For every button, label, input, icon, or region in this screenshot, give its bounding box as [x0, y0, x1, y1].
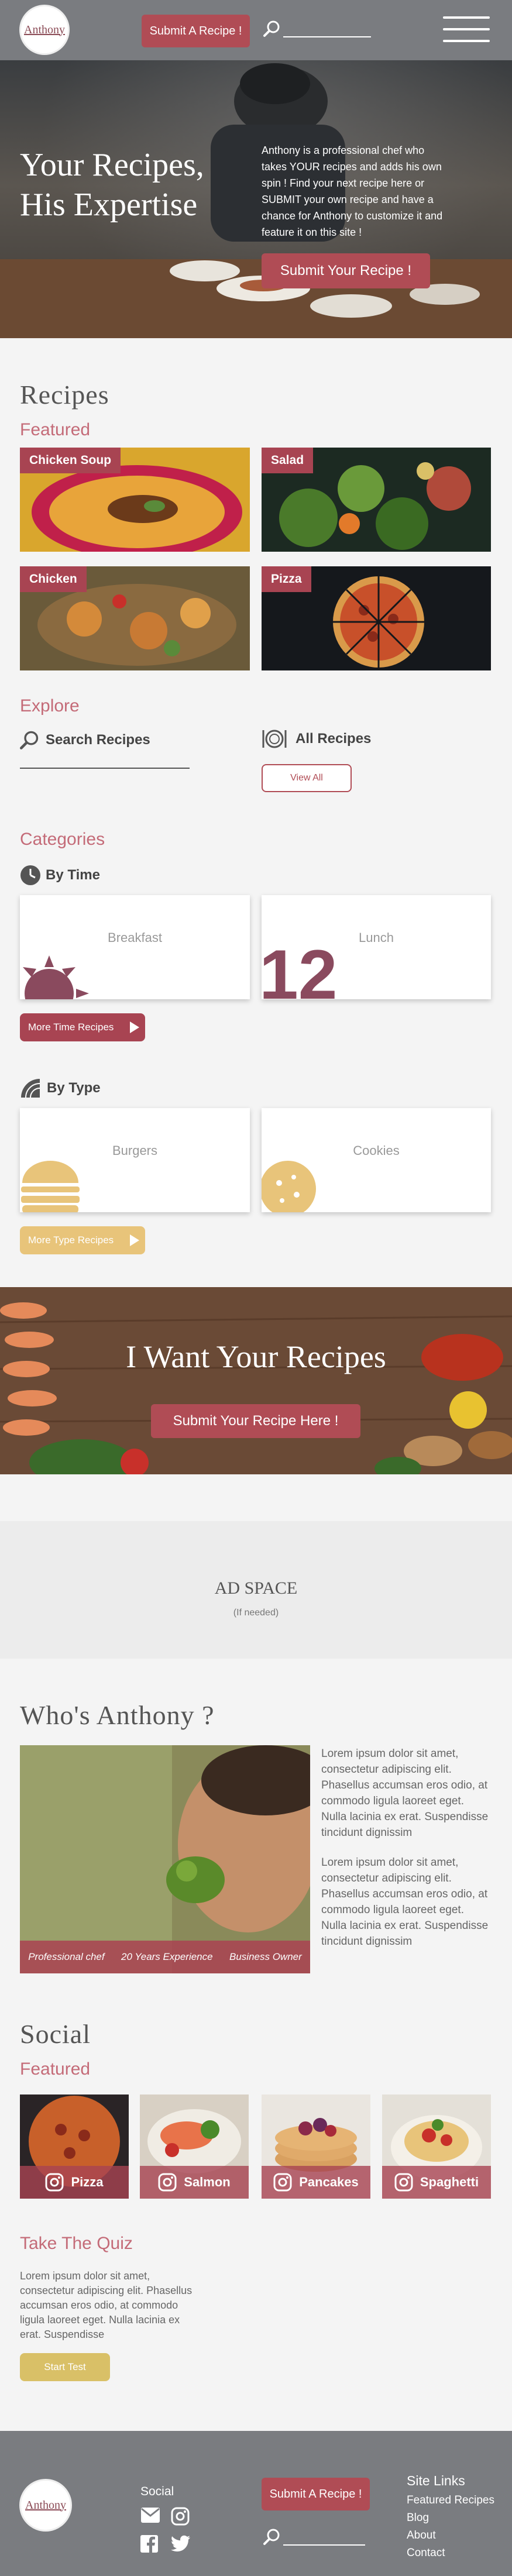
hero-title-line2: His Expertise	[20, 187, 198, 223]
recipe-card-label: Chicken Soup	[20, 448, 121, 473]
banner-title: I Want Your Recipes	[126, 1339, 386, 1374]
social-card-label: Pizza	[71, 2175, 104, 2189]
footer-link-blog[interactable]: Blog	[407, 2512, 429, 2525]
logo[interactable]: Anthony	[19, 5, 70, 55]
burger-icon	[21, 1161, 80, 1212]
hero-submit-button[interactable]: Submit Your Recipe !	[262, 253, 430, 288]
recipe-card-pizza[interactable]: Pizza	[262, 566, 491, 670]
who-paragraph-2: Lorem ipsum dolor sit amet, consectetur …	[321, 1856, 489, 1948]
search-recipes-label: Search Recipes	[46, 732, 150, 748]
footer-social-label: Social	[140, 2485, 174, 2498]
who-tags: Professional chef 20 Years Experience Bu…	[20, 1941, 310, 1973]
search-icon	[20, 731, 39, 749]
all-recipes-label: All Recipes	[295, 731, 372, 747]
search-icon[interactable]	[263, 2528, 281, 2546]
food-icon	[21, 1079, 40, 1098]
hero-title: Your Recipes, His Expertise	[20, 145, 204, 225]
facebook-icon[interactable]	[140, 2535, 158, 2553]
logo-text: Anthony	[24, 23, 65, 36]
social-card-label: Salmon	[184, 2175, 231, 2189]
footer-link-featured-recipes[interactable]: Featured Recipes	[407, 2494, 494, 2507]
arrow-right-icon	[130, 1234, 139, 1246]
recipes-featured-heading: Featured	[20, 420, 91, 439]
menu-icon[interactable]	[443, 16, 490, 43]
logo-text: Anthony	[25, 2498, 66, 2512]
hero-text: Anthony is a professional chef who takes…	[262, 145, 443, 238]
twitter-icon[interactable]	[171, 2535, 191, 2553]
tag: Business Owner	[229, 1951, 302, 1962]
site-footer: Anthony Social Submit A Recipe ! Site Li…	[0, 2431, 512, 2576]
recipe-card-label: Salad	[262, 448, 314, 473]
ad-space: AD SPACE (If needed)	[0, 1521, 512, 1659]
category-card-cookies[interactable]: Cookies	[262, 1108, 491, 1212]
who-heading: Who's Anthony ?	[20, 1700, 215, 1730]
social-card-spaghetti[interactable]: Spaghetti	[382, 2094, 491, 2199]
all-recipes: All Recipes	[262, 728, 371, 750]
footer-search-input[interactable]	[283, 2544, 365, 2546]
footer-link-contact[interactable]: Contact	[407, 2547, 445, 2560]
search-icon[interactable]	[263, 20, 281, 37]
sun-icon	[23, 955, 89, 999]
footer-logo[interactable]: Anthony	[19, 2479, 72, 2532]
footer-submit-button[interactable]: Submit A Recipe !	[262, 2478, 370, 2510]
social-card-pizza[interactable]: Pizza	[20, 2094, 129, 2199]
instagram-icon	[394, 2173, 413, 2192]
cookie-icon	[262, 1161, 316, 1212]
social-card-label: Spaghetti	[420, 2175, 479, 2189]
recipe-card-chicken[interactable]: Chicken	[20, 566, 250, 670]
page: Anthony Submit A Recipe ! Your Recipes, …	[0, 0, 512, 2576]
hero: Your Recipes, His Expertise Anthony is a…	[0, 60, 512, 338]
start-test-button[interactable]: Start Test	[20, 2353, 110, 2381]
category-card-burgers[interactable]: Burgers	[20, 1108, 250, 1212]
search-recipes[interactable]: Search Recipes	[20, 730, 150, 750]
category-card-lunch[interactable]: Lunch 12	[262, 895, 491, 999]
instagram-icon[interactable]	[171, 2507, 190, 2526]
social-featured-heading: Featured	[20, 2059, 91, 2079]
banner-submit-button[interactable]: Submit Your Recipe Here !	[151, 1404, 360, 1438]
search-recipes-input[interactable]	[20, 768, 190, 769]
by-type-label: By Type	[20, 1078, 101, 1099]
recipe-card-salad[interactable]: Salad	[262, 448, 491, 552]
banner-photo	[0, 1287, 512, 1474]
who-paragraph-1: Lorem ipsum dolor sit amet, consectetur …	[321, 1748, 489, 1839]
social-card-label: Pancakes	[299, 2175, 359, 2189]
recipes-heading: Recipes	[20, 380, 109, 410]
instagram-icon	[158, 2173, 177, 2192]
recipe-card-chicken-soup[interactable]: Chicken Soup	[20, 448, 250, 552]
more-time-recipes-button[interactable]: More Time Recipes	[20, 1013, 145, 1041]
more-type-recipes-button[interactable]: More Type Recipes	[20, 1226, 145, 1254]
recipe-card-label: Pizza	[262, 566, 311, 592]
social-card-pancakes[interactable]: Pancakes	[262, 2094, 370, 2199]
lunch-numeral: 12	[262, 936, 338, 999]
ad-note: (If needed)	[233, 1608, 279, 1618]
header-search-input[interactable]	[283, 36, 371, 37]
view-all-button[interactable]: View All	[262, 764, 352, 792]
tag: Professional chef	[28, 1951, 105, 1962]
recipe-card-label: Chicken	[20, 566, 87, 592]
submit-banner: I Want Your Recipes Submit Your Recipe H…	[0, 1287, 512, 1474]
hero-title-line1: Your Recipes,	[20, 147, 204, 183]
ad-title: AD SPACE	[214, 1578, 298, 1598]
instagram-icon	[45, 2173, 64, 2192]
site-links-heading: Site Links	[407, 2473, 465, 2488]
clock-icon	[20, 865, 40, 885]
mail-icon[interactable]	[140, 2507, 160, 2523]
footer-link-about[interactable]: About	[407, 2529, 436, 2542]
quiz-text: Lorem ipsum dolor sit amet, consectetur …	[20, 2270, 193, 2340]
social-card-salmon[interactable]: Salmon	[140, 2094, 249, 2199]
instagram-icon	[273, 2173, 292, 2192]
tag: 20 Years Experience	[121, 1951, 213, 1962]
category-card-breakfast[interactable]: Breakfast	[20, 895, 250, 999]
explore-heading: Explore	[20, 696, 80, 716]
plate-icon	[262, 730, 287, 748]
social-heading: Social	[20, 2019, 91, 2049]
submit-recipe-button[interactable]: Submit A Recipe !	[142, 15, 250, 47]
site-header: Anthony Submit A Recipe !	[0, 0, 512, 60]
categories-heading: Categories	[20, 830, 105, 849]
by-time-label: By Time	[20, 865, 100, 886]
quiz-heading: Take The Quiz	[20, 2234, 133, 2253]
arrow-right-icon	[130, 1022, 139, 1033]
anthony-photo: Professional chef 20 Years Experience Bu…	[20, 1745, 310, 1973]
